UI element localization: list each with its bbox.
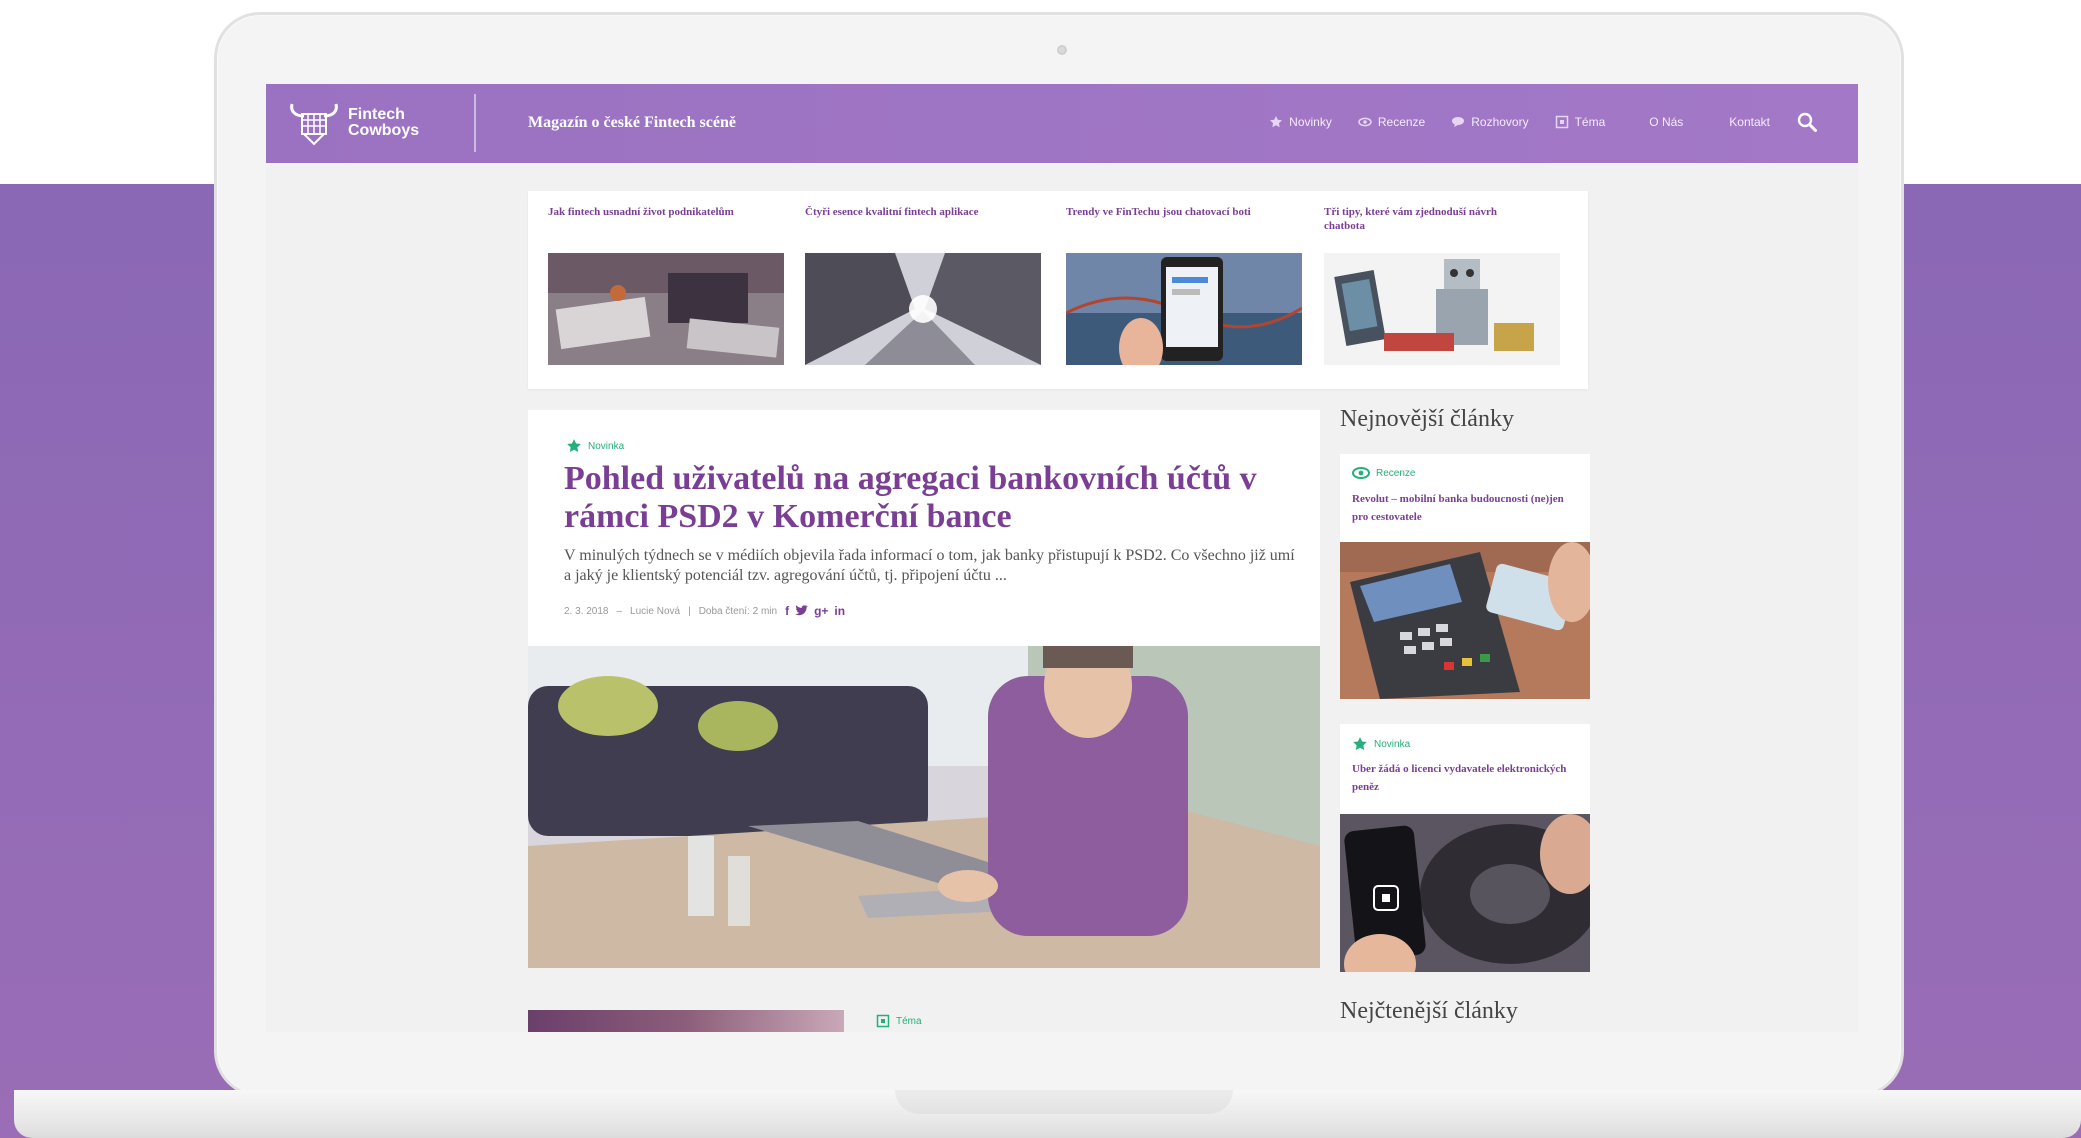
eye-icon — [1358, 117, 1372, 127]
teaser-card[interactable]: Trendy ve FinTechu jsou chatovací boti — [1046, 191, 1302, 389]
teaser-card[interactable]: Tři tipy, které vám zjednoduší návrh cha… — [1304, 191, 1560, 389]
reading-time: Doba čtení: 2 min — [698, 605, 778, 617]
browser-screen: Fintech Cowboys Magazín o české Fintech … — [266, 84, 1858, 1032]
teaser-title[interactable]: Jak fintech usnadní život podnikatelům — [548, 205, 748, 219]
main-nav: Novinky Recenze Rozhovory Téma O Nás Kon… — [1269, 111, 1818, 133]
sidebar-article-title[interactable]: Uber žádá o licenci vydavatele elektroni… — [1352, 760, 1580, 796]
speech-bubble-icon — [1452, 117, 1465, 127]
teaser-title[interactable]: Tři tipy, které vám zjednoduší návrh cha… — [1324, 205, 1524, 233]
facebook-icon[interactable]: f — [785, 604, 789, 618]
main-article-excerpt: V minulých týdnech se v médiích objevila… — [564, 547, 1295, 584]
nav-item-tema[interactable]: Téma — [1555, 115, 1606, 129]
square-dot-icon — [876, 1014, 890, 1028]
category-label: Novinka — [1374, 738, 1411, 750]
logo-line-2: Cowboys — [348, 122, 420, 139]
search-icon[interactable] — [1796, 111, 1818, 133]
teaser-image-skyscrapers[interactable] — [805, 253, 1041, 365]
main-article-card: Novinka Pohled uživatelů na agregaci ban… — [528, 410, 1320, 646]
square-dot-icon — [1555, 115, 1568, 129]
logo-wordmark: Fintech Cowboys — [348, 107, 419, 139]
nav-item-rozhovory[interactable]: Rozhovory — [1451, 115, 1529, 129]
meta-dash: – — [616, 605, 623, 617]
google-plus-icon[interactable]: g+ — [814, 604, 828, 618]
laptop-mockup-stage: Fintech Cowboys Magazín o české Fintech … — [0, 0, 2081, 1138]
webcam — [1057, 45, 1067, 55]
most-read-heading: Nejčtenější články — [1340, 998, 1518, 1024]
meta-separator: | — [688, 605, 691, 617]
eye-icon — [1352, 467, 1370, 479]
teaser-card[interactable]: Jak fintech usnadní život podnikatelům — [528, 191, 784, 389]
card-uber-phone-photo[interactable] — [1340, 814, 1590, 972]
teaser-image-desk[interactable] — [548, 253, 784, 365]
share-buttons: f g+ in — [785, 604, 845, 618]
sidebar-article-card[interactable]: Novinka Uber žádá o licenci vydavatele e… — [1340, 724, 1590, 972]
nav-label: Rozhovory — [1471, 115, 1529, 129]
next-article-photo[interactable] — [528, 1010, 844, 1032]
nav-label: Recenze — [1377, 115, 1426, 129]
card-terminal-photo[interactable] — [1340, 542, 1590, 699]
sidebar-article-card[interactable]: Recenze Revolut – mobilní banka budoucno… — [1340, 454, 1590, 699]
category-badge[interactable]: Recenze — [1352, 466, 1415, 480]
site-tagline: Magazín o české Fintech scéně — [528, 114, 736, 131]
main-article-title[interactable]: Pohled uživatelů na agregaci bankovních … — [564, 460, 1304, 536]
site-header: Fintech Cowboys Magazín o české Fintech … — [266, 84, 1858, 163]
nav-label: Novinky — [1289, 115, 1332, 129]
sidebar-article-title[interactable]: Revolut – mobilní banka budoucnosti (ne)… — [1352, 490, 1580, 526]
nav-item-recenze[interactable]: Recenze — [1358, 115, 1425, 129]
main-article-photo[interactable] — [528, 646, 1320, 968]
teaser-image-phone-bridge[interactable] — [1066, 253, 1302, 365]
category-label: Novinka — [588, 440, 625, 452]
newest-articles-heading: Nejnovější články — [1340, 406, 1514, 432]
nav-label: Kontakt — [1729, 115, 1770, 129]
header-divider — [474, 94, 476, 152]
teaser-title[interactable]: Čtyři esence kvalitní fintech aplikace — [805, 205, 1005, 219]
twitter-icon[interactable] — [795, 604, 808, 616]
category-badge[interactable]: Novinka — [566, 438, 624, 454]
nav-label: O Nás — [1649, 115, 1684, 129]
article-meta: 2. 3. 2018 – Lucie Nová | Doba čtení: 2 … — [564, 604, 845, 618]
category-badge[interactable]: Téma — [876, 1014, 922, 1028]
star-icon — [1353, 737, 1367, 751]
teaser-card[interactable]: Čtyři esence kvalitní fintech aplikace — [785, 191, 1041, 389]
category-label: Téma — [896, 1015, 922, 1027]
nav-item-kontakt[interactable]: Kontakt — [1729, 115, 1770, 129]
site-logo[interactable]: Fintech Cowboys — [288, 98, 448, 148]
category-label: Recenze — [1376, 467, 1416, 479]
nav-item-novinky[interactable]: Novinky — [1269, 115, 1332, 129]
article-date: 2. 3. 2018 — [564, 605, 609, 617]
teaser-title[interactable]: Trendy ve FinTechu jsou chatovací boti — [1066, 205, 1266, 219]
featured-teasers: Jak fintech usnadní život podnikatelům Č… — [528, 191, 1588, 389]
laptop-notch — [895, 1090, 1233, 1114]
nav-item-o-nas[interactable]: O Nás — [1649, 115, 1683, 129]
category-badge[interactable]: Novinka — [1352, 736, 1410, 752]
star-icon — [567, 439, 581, 453]
star-icon — [1270, 116, 1283, 128]
bull-skull-logo-icon — [290, 103, 338, 146]
nav-label: Téma — [1574, 115, 1606, 129]
logo-line-1: Fintech — [348, 106, 405, 123]
linkedin-icon[interactable]: in — [834, 604, 845, 618]
teaser-image-robot[interactable] — [1324, 253, 1560, 365]
article-author[interactable]: Lucie Nová — [630, 606, 680, 617]
